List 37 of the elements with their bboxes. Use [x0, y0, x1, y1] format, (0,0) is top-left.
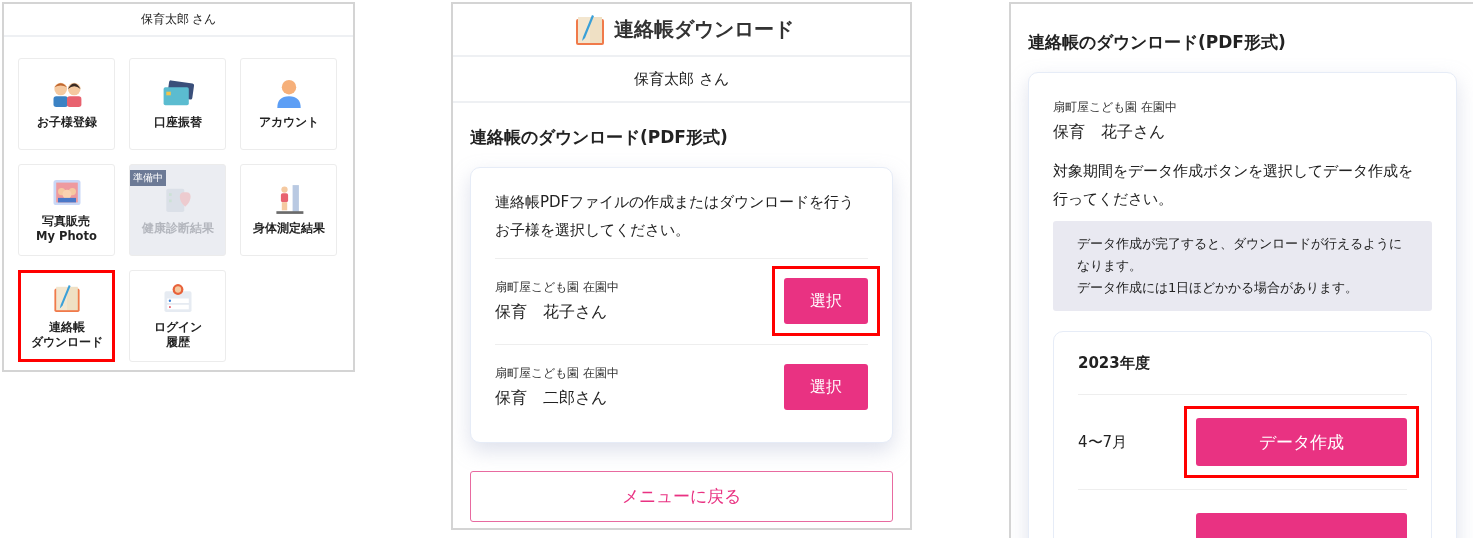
menu-tile[interactable]: お子様登録	[18, 58, 115, 150]
instruction-text: 対象期間をデータ作成ボタンを選択してデータ作成を行ってください。	[1053, 161, 1414, 210]
period-label: 4〜7月	[1078, 432, 1128, 452]
tile-label: 写真販売 My Photo	[36, 213, 97, 244]
tile-label: 身体測定結果	[252, 221, 325, 236]
tile-label: 連絡帳 ダウンロード	[30, 319, 103, 350]
menu-tile[interactable]: アカウント	[240, 58, 337, 150]
tile-label: 口座振替	[153, 115, 202, 130]
menu-tile[interactable]: 連絡帳 ダウンロード	[18, 270, 115, 362]
instruction-text: 連絡帳PDFファイルの作成またはダウンロードを行うお子様を選択してください。	[495, 192, 856, 241]
tile-label: アカウント	[258, 115, 319, 130]
tile-label: お子様登録	[36, 115, 97, 130]
screen-title: 連絡帳ダウンロード	[613, 16, 794, 43]
child-name: 保育 花子さん	[495, 302, 608, 323]
menu-tile[interactable]: 口座振替	[129, 58, 226, 150]
create-data-button[interactable]: データ作成	[1196, 418, 1407, 466]
child-name: 保育 二郎さん	[495, 388, 608, 409]
select-button[interactable]: 選択	[784, 278, 868, 324]
section-heading: 連絡帳のダウンロード(PDF形式)	[1028, 31, 1287, 54]
select-button[interactable]: 選択	[784, 364, 868, 410]
user-name: 保育太郎 さん	[453, 57, 910, 103]
menu-tile[interactable]: ログイン 履歴	[129, 270, 226, 362]
notice-text: データ作成には1日ほどかかる場合があります。	[1077, 279, 1360, 297]
school-status: 扇町屋こども園 在園中	[495, 365, 619, 382]
notice-text: データ作成が完了すると、ダウンロードが行えるようになります。	[1077, 235, 1403, 275]
child-name: 保育 花子さん	[1053, 122, 1166, 143]
user-name: 保育太郎 さん	[4, 4, 353, 37]
back-to-menu-button[interactable]: メニューに戻る	[470, 471, 893, 522]
school-status: 扇町屋こども園 在園中	[1053, 99, 1178, 116]
fiscal-year: 2023年度	[1078, 354, 1407, 395]
section-heading: 連絡帳のダウンロード(PDF形式)	[470, 126, 729, 149]
tile-label: ログイン 履歴	[153, 319, 202, 350]
menu-tile[interactable]: 身体測定結果	[240, 164, 337, 256]
status-badge: 準備中	[130, 170, 166, 186]
menu-tile[interactable]: 写真販売 My Photo	[18, 164, 115, 256]
tile-label: 健康診断結果	[141, 221, 214, 236]
school-status: 扇町屋こども園 在園中	[495, 279, 619, 296]
